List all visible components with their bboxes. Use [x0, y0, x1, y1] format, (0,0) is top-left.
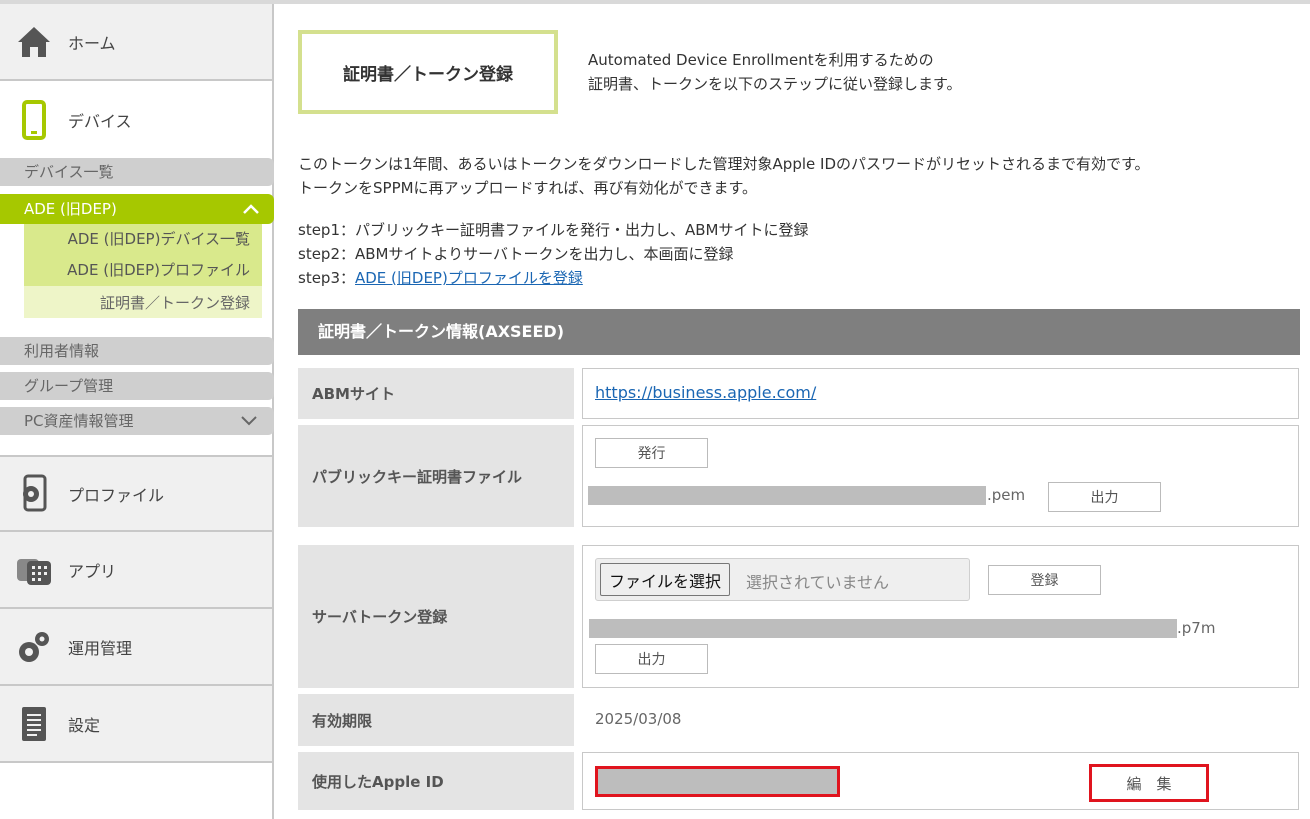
p7m-suffix: .p7m — [1177, 619, 1216, 637]
edit-highlight: 編 集 — [1089, 764, 1209, 802]
description-line-2: トークンをSPPMに再アップロードすれば、再び有効化ができます。 — [298, 179, 758, 197]
smartphone-icon — [0, 99, 68, 140]
expiry-value-cell: 2025/03/08 — [582, 694, 1299, 746]
ade-profile-register-link[interactable]: ADE (旧DEP)プロファイルを登録 — [355, 269, 583, 287]
nav-group[interactable]: グループ管理 — [0, 372, 274, 400]
redacted-apple-id — [595, 766, 840, 797]
pem-suffix: .pem — [987, 486, 1026, 504]
nav-user-info[interactable]: 利用者情報 — [0, 337, 274, 365]
edit-button[interactable]: 編 集 — [1092, 767, 1206, 799]
nav-settings-label: 設定 — [68, 715, 101, 735]
server-token-value: ファイルを選択 選択されていません 登録 .p7m 出力 — [582, 545, 1299, 688]
page-title: 証明書／トークン登録 — [298, 30, 558, 114]
apple-id-label-text: 使用したApple ID — [312, 772, 444, 791]
home-icon — [0, 25, 68, 59]
abm-site-link[interactable]: https://business.apple.com/ — [595, 383, 816, 402]
nav-app[interactable]: アプリ — [0, 532, 272, 609]
description-line-1: このトークンは1年間、あるいはトークンをダウンロードした管理対象Apple ID… — [298, 155, 1150, 173]
step-3-prefix: step3： — [298, 269, 355, 287]
nav-profile[interactable]: プロファイル — [0, 455, 272, 532]
redacted-p7m-filename — [589, 619, 1177, 638]
apple-id-label: 使用したApple ID — [298, 752, 574, 810]
file-status: 選択されていません — [746, 573, 890, 592]
abm-site-label-text: ABMサイト — [312, 385, 395, 403]
expiry-label-text: 有効期限 — [312, 711, 373, 730]
pubkey-cert-label-text: パブリックキー証明書ファイル — [312, 467, 523, 486]
nav-ade-profile[interactable]: ADE (旧DEP)プロファイル — [67, 259, 250, 280]
issue-button[interactable]: 発行 — [595, 438, 708, 468]
nav-settings[interactable]: 設定 — [0, 686, 272, 763]
nav-profile-label: プロファイル — [68, 485, 165, 505]
intro-line-2: 証明書、トークンを以下のステップに従い登録します。 — [588, 75, 962, 93]
expiry-value: 2025/03/08 — [595, 710, 682, 728]
pubkey-cert-label: パブリックキー証明書ファイル — [298, 425, 574, 527]
nav-app-label: アプリ — [68, 561, 117, 581]
document-list-icon — [0, 705, 68, 743]
nav-operations-label: 運用管理 — [68, 638, 133, 658]
step-list: step1：パブリックキー証明書ファイルを発行・出力し、ABMサイトに登録 st… — [298, 218, 809, 290]
p7m-output-button[interactable]: 出力 — [595, 644, 708, 674]
step-1: step1：パブリックキー証明書ファイルを発行・出力し、ABMサイトに登録 — [298, 221, 809, 239]
file-input[interactable]: ファイルを選択 選択されていません — [595, 558, 970, 601]
abm-site-label: ABMサイト — [298, 368, 574, 419]
sidebar: ホーム デバイス デバイス一覧 ADE (旧DEP) ADE (旧DEP)デバイ… — [0, 4, 274, 819]
description: このトークンは1年間、あるいはトークンをダウンロードした管理対象Apple ID… — [298, 152, 1150, 200]
nav-ade-device-list[interactable]: ADE (旧DEP)デバイス一覧 — [68, 228, 250, 249]
nav-pc-asset-label: PC資産情報管理 — [24, 412, 134, 430]
nav-ade-label: ADE (旧DEP) — [24, 200, 117, 218]
apple-id-value: 編 集 — [582, 752, 1299, 810]
expiry-label: 有効期限 — [298, 694, 574, 746]
section-header: 証明書／トークン情報(AXSEED) — [298, 309, 1300, 355]
ade-submenu: ADE (旧DEP)デバイス一覧 ADE (旧DEP)プロファイル 証明書／トー… — [24, 224, 262, 318]
profile-gear-icon — [0, 474, 68, 514]
redacted-pem-filename — [588, 486, 986, 505]
step-3: step3：ADE (旧DEP)プロファイルを登録 — [298, 266, 809, 290]
gears-icon — [0, 628, 68, 666]
nav-home[interactable]: ホーム — [0, 4, 272, 81]
file-choose-button[interactable]: ファイルを選択 — [600, 563, 731, 596]
nav-operations[interactable]: 運用管理 — [0, 609, 272, 686]
server-token-label-text: サーバトークン登録 — [312, 608, 448, 626]
nav-device-label: デバイス — [68, 111, 132, 131]
nav-pc-asset[interactable]: PC資産情報管理 — [0, 407, 274, 435]
intro-text: Automated Device Enrollmentを利用するための 証明書、… — [588, 48, 962, 96]
nav-ade-cert-token[interactable]: 証明書／トークン登録 — [24, 286, 262, 318]
step-2: step2：ABMサイトよりサーバトークンを出力し、本画面に登録 — [298, 245, 734, 263]
nav-device[interactable]: デバイス — [0, 81, 272, 158]
pem-output-button[interactable]: 出力 — [1048, 482, 1161, 512]
abm-site-value: https://business.apple.com/ — [582, 368, 1299, 419]
nav-ade-cert-token-label: 証明書／トークン登録 — [99, 294, 250, 312]
intro-line-1: Automated Device Enrollmentを利用するための — [588, 51, 934, 69]
nav-home-label: ホーム — [68, 33, 116, 53]
token-register-button[interactable]: 登録 — [988, 565, 1101, 595]
chevron-down-icon — [240, 407, 258, 444]
server-token-label: サーバトークン登録 — [298, 545, 574, 688]
nav-device-list[interactable]: デバイス一覧 — [0, 158, 274, 186]
nav-ade[interactable]: ADE (旧DEP) — [0, 194, 274, 224]
app-grid-icon — [0, 553, 68, 587]
pubkey-cert-value: 発行 .pem 出力 — [582, 425, 1299, 527]
